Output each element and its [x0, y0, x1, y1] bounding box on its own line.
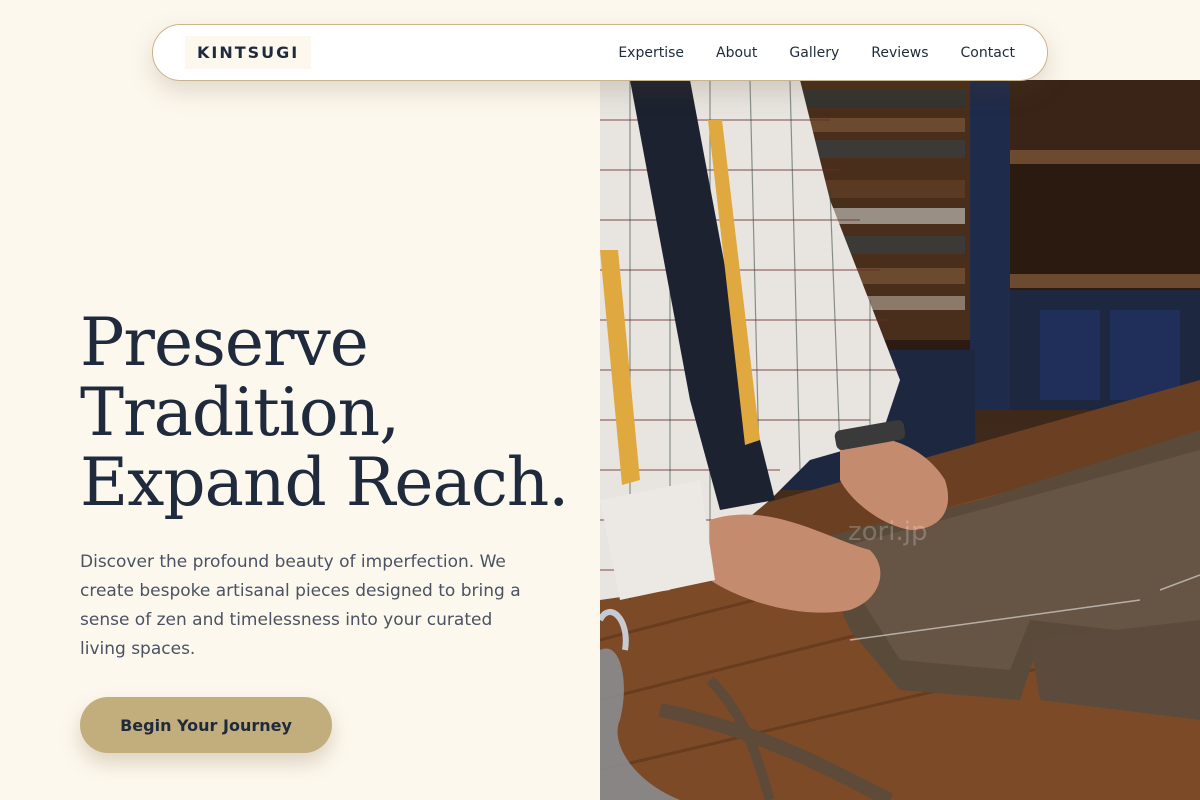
hero-description: Discover the profound beauty of imperfec…	[80, 552, 521, 659]
nav-link-contact[interactable]: Contact	[961, 45, 1015, 61]
brand-logo[interactable]: KINTSUGI	[185, 36, 312, 69]
headline-line-2: Tradition,	[80, 374, 400, 451]
image-watermark: zori.jp	[848, 517, 927, 547]
hero-headline: Preserve Tradition, Expand Reach.	[80, 308, 580, 518]
hero-image: zori.jp	[600, 80, 1200, 800]
navbar: KINTSUGI Expertise About Gallery Reviews…	[152, 24, 1048, 81]
headline-line-1: Preserve	[80, 304, 369, 381]
begin-journey-button[interactable]: Begin Your Journey	[80, 697, 332, 753]
nav-link-about[interactable]: About	[716, 45, 757, 61]
nav-links: Expertise About Gallery Reviews Contact	[618, 45, 1015, 61]
nav-link-expertise[interactable]: Expertise	[618, 45, 684, 61]
headline-line-3: Expand Reach.	[80, 444, 569, 521]
nav-link-gallery[interactable]: Gallery	[789, 45, 839, 61]
nav-link-reviews[interactable]: Reviews	[871, 45, 928, 61]
